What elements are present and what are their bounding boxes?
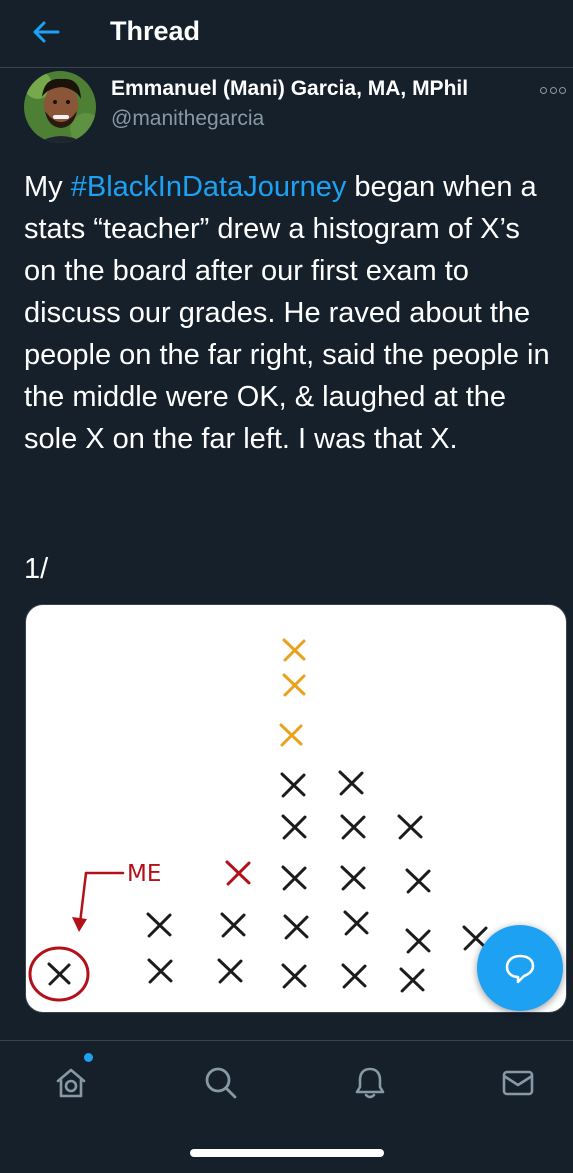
histogram-x-mark	[340, 814, 366, 840]
histogram-x-mark	[220, 912, 246, 938]
histogram-x-mark	[146, 912, 172, 938]
histogram-x-mark	[282, 673, 306, 697]
histogram-x-mark	[343, 910, 369, 936]
tab-messages[interactable]	[496, 1061, 540, 1105]
envelope-icon	[502, 1070, 534, 1096]
home-unread-dot	[84, 1053, 93, 1062]
thread-number: 1/	[24, 553, 49, 585]
avatar[interactable]	[24, 71, 96, 143]
speech-bubble-icon	[505, 954, 535, 984]
histogram-x-mark	[279, 723, 303, 747]
histogram-x-mark	[225, 860, 251, 886]
histogram-x-mark	[283, 914, 309, 940]
home-icon	[56, 1068, 86, 1098]
histogram-x-mark	[282, 638, 306, 662]
page-title: Thread	[110, 16, 201, 46]
annotation-arrow	[72, 871, 125, 932]
tab-home[interactable]	[49, 1061, 93, 1105]
histogram-x-mark	[281, 963, 307, 989]
histogram-x-mark	[341, 963, 367, 989]
histogram-x-mark	[47, 962, 71, 986]
back-button[interactable]	[28, 14, 64, 50]
tweet-text-body: began when a stats “teacher” drew a hist…	[24, 171, 550, 455]
author-handle[interactable]: @manithegarcia	[111, 106, 264, 132]
reply-fab-button[interactable]	[477, 925, 563, 1011]
author-display-name[interactable]: Emmanuel (Mani) Garcia, MA, MPhil	[111, 76, 468, 102]
tab-search[interactable]	[199, 1061, 243, 1105]
arrow-left-icon	[33, 21, 60, 43]
histogram-x-mark	[280, 772, 306, 798]
histogram-x-mark	[147, 958, 173, 984]
histogram-x-mark	[399, 967, 425, 993]
histogram-x-mark	[340, 865, 366, 891]
histogram-x-mark	[397, 814, 423, 840]
me-annotation: ME	[127, 861, 161, 887]
bell-icon	[355, 1067, 385, 1099]
more-options-icon[interactable]	[540, 84, 566, 96]
histogram-x-mark	[217, 958, 243, 984]
histogram-x-mark	[405, 868, 431, 894]
home-indicator	[190, 1149, 384, 1157]
histogram-x-mark	[338, 770, 364, 796]
tab-notifications[interactable]	[348, 1061, 392, 1105]
histogram-x-mark	[281, 814, 307, 840]
hashtag-link[interactable]: #BlackInDataJourney	[71, 171, 347, 203]
histogram-x-mark	[281, 865, 307, 891]
tweet-text-prefix: My	[24, 171, 71, 203]
histogram-x-mark	[405, 928, 431, 954]
tweet-text: My #BlackInDataJourney began when a stat…	[24, 166, 554, 460]
top-bar: Thread	[0, 0, 573, 68]
search-icon	[205, 1067, 237, 1099]
